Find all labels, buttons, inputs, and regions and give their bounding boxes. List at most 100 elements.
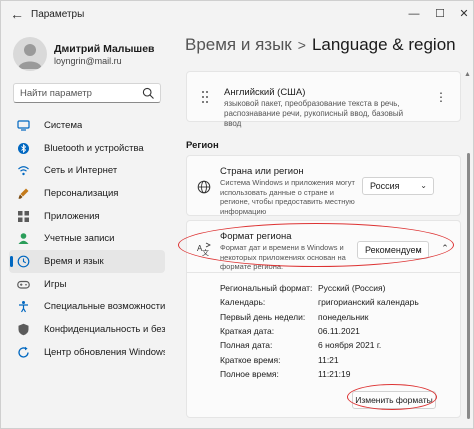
monitor-icon — [17, 119, 30, 132]
country-card: Страна или регион Система Windows и прил… — [186, 155, 461, 216]
format-value: Русский (Россия) — [318, 283, 386, 294]
format-key: Полное время: — [220, 368, 279, 379]
format-value: 11:21:19 — [318, 368, 351, 379]
format-value: понедельник — [318, 311, 369, 322]
language-subtitle: языковой пакет, преобразование текста в … — [224, 99, 404, 128]
page-title: Language & region — [311, 35, 456, 54]
globe-clock-icon — [17, 255, 30, 268]
minimize-button[interactable]: — — [403, 5, 425, 23]
gamepad-icon — [17, 278, 30, 291]
change-formats-button[interactable]: Изменить форматы — [352, 391, 436, 409]
user-name: Дмитрий Малышев — [54, 43, 155, 55]
sidebar-item-time-language[interactable]: Время и язык — [9, 250, 165, 273]
sidebar-item-personalization[interactable]: Персонализация — [9, 182, 165, 205]
brush-icon — [17, 187, 30, 200]
sidebar-item-accounts[interactable]: Учетные записи — [9, 227, 165, 250]
region-format-card: A 文 Формат региона Формат дат и времени … — [186, 220, 461, 418]
update-icon — [17, 346, 30, 359]
format-row: Календарь: григорианский календарь — [220, 295, 419, 309]
drag-handle-icon[interactable] — [200, 89, 210, 105]
sidebar-item-accessibility[interactable]: Специальные возможности — [9, 296, 165, 319]
search-box[interactable] — [13, 83, 161, 103]
more-options-icon[interactable]: ⋮ — [435, 89, 447, 105]
close-button[interactable]: ✕ — [453, 5, 474, 23]
format-key: Краткая дата: — [220, 326, 275, 337]
format-value: григорианский календарь — [318, 297, 419, 308]
sidebar-item-label: Центр обновления Windows — [44, 346, 165, 358]
region-format-title: Формат региона — [220, 231, 292, 242]
sidebar-item-label: Система — [44, 119, 83, 131]
format-key: Полная дата: — [220, 340, 273, 351]
search-input[interactable] — [20, 87, 140, 100]
window-title: Параметры — [31, 9, 85, 20]
breadcrumb-parent[interactable]: Время и язык — [185, 35, 292, 54]
format-row: Полная дата: 6 ноября 2021 г. — [220, 338, 419, 352]
person-icon — [17, 232, 30, 245]
country-subtitle: Система Windows и приложения могут испол… — [220, 178, 355, 216]
svg-text:文: 文 — [202, 248, 209, 256]
sidebar-item-privacy[interactable]: Конфиденциальность и безопас — [9, 318, 165, 341]
sidebar-item-label: Конфиденциальность и безопас — [44, 324, 165, 336]
avatar[interactable] — [13, 37, 47, 71]
chevron-down-icon: ⌄ — [420, 181, 427, 190]
sidebar-nav: Система Bluetooth и устройства Сеть и Ин… — [9, 114, 165, 364]
format-row: Полное время: 11:21:19 — [220, 367, 419, 381]
format-value: 11:21 — [318, 354, 339, 365]
sidebar-item-label: Приложения — [44, 210, 100, 222]
globe-icon — [197, 180, 211, 194]
sidebar-item-label: Игры — [44, 278, 67, 290]
country-select-value: Россия — [370, 181, 400, 191]
user-email: loyngrin@mail.ru — [54, 56, 122, 66]
scrollbar[interactable] — [467, 153, 470, 419]
sidebar-item-windows-update[interactable]: Центр обновления Windows — [9, 341, 165, 364]
shield-icon — [17, 323, 30, 336]
sidebar-item-label: Специальные возможности — [44, 301, 165, 313]
format-row: Первый день недели: понедельник — [220, 310, 419, 324]
bluetooth-icon — [17, 142, 30, 155]
format-row: Краткое время: 11:21 — [220, 352, 419, 366]
region-format-icon: A 文 — [197, 242, 211, 256]
maximize-button[interactable]: ☐ — [429, 5, 451, 23]
sidebar-item-gaming[interactable]: Игры — [9, 273, 165, 296]
format-key: Календарь: — [220, 297, 266, 308]
format-key: Краткое время: — [220, 354, 281, 365]
chevron-down-icon: ⌄ — [415, 245, 422, 254]
settings-window: ← Параметры — ☐ ✕ Дмитрий Малышев loyngr… — [0, 0, 474, 429]
wifi-icon — [17, 164, 30, 177]
sidebar-item-label: Персонализация — [44, 187, 119, 199]
format-value: 6 ноября 2021 г. — [318, 340, 382, 351]
region-format-subtitle: Формат дат и времени в Windows и некотор… — [220, 243, 346, 271]
format-key: Региональный формат: — [220, 283, 313, 294]
sidebar-item-label: Учетные записи — [44, 233, 115, 245]
sidebar-item-bluetooth[interactable]: Bluetooth и устройства — [9, 137, 165, 160]
scroll-up-arrow-icon[interactable]: ▲ — [464, 71, 471, 78]
region-format-select[interactable]: Рекомендуем ⌄ — [357, 241, 429, 259]
format-key: Первый день недели: — [220, 311, 306, 322]
region-format-header[interactable]: A 文 Формат региона Формат дат и времени … — [187, 221, 460, 273]
sidebar-item-network[interactable]: Сеть и Интернет — [9, 159, 165, 182]
sidebar-item-system[interactable]: Система — [9, 114, 165, 137]
back-arrow-icon[interactable]: ← — [9, 6, 25, 22]
title-bar: ← Параметры — ☐ ✕ — [1, 1, 473, 29]
sidebar-item-label: Время и язык — [44, 255, 104, 267]
format-row: Краткая дата: 06.11.2021 — [220, 324, 419, 338]
region-format-details: Региональный формат: Русский (Россия) Кал… — [220, 281, 419, 381]
breadcrumb: Время и язык > Language & region — [185, 35, 456, 55]
language-title: Английский (США) — [224, 87, 306, 98]
format-value: 06.11.2021 — [318, 326, 360, 337]
sidebar-item-label: Bluetooth и устройства — [44, 142, 144, 154]
region-section-title: Регион — [186, 140, 219, 151]
sidebar-item-label: Сеть и Интернет — [44, 165, 118, 177]
region-format-select-value: Рекомендуем — [365, 245, 422, 255]
accessibility-icon — [17, 300, 30, 313]
user-avatar-icon — [18, 44, 42, 69]
format-row: Региональный формат: Русский (Россия) — [220, 281, 419, 295]
country-select[interactable]: Россия ⌄ — [362, 177, 434, 195]
search-icon[interactable] — [142, 87, 155, 100]
chevron-up-icon[interactable]: ⌃ — [439, 242, 451, 254]
breadcrumb-separator: > — [297, 37, 306, 53]
apps-icon — [17, 210, 30, 223]
language-card[interactable]: Английский (США) языковой пакет, преобра… — [186, 71, 461, 128]
country-title: Страна или регион — [220, 166, 304, 177]
sidebar-item-apps[interactable]: Приложения — [9, 205, 165, 228]
